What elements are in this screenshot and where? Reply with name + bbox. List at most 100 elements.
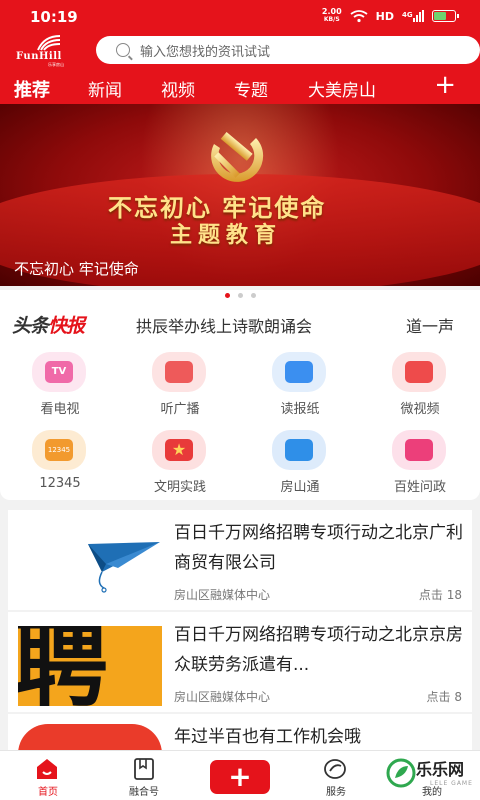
service-grid: TV 看电视 听广播 读报纸 微视频 12345 12345 ★ 文明实践 房山…: [0, 344, 480, 500]
watermark: 乐乐网 LELE GAME: [386, 754, 480, 800]
radio-icon-body: [165, 361, 193, 383]
nav-home[interactable]: 首页: [0, 751, 96, 800]
channel-tabs: 推荐 新闻 视频 专题 大美房山 +: [0, 70, 480, 104]
tab-fangshan[interactable]: 大美房山: [308, 76, 376, 101]
bookmark-icon: [134, 758, 154, 780]
news-title: 百日千万网络招聘专项行动之北京京房众联劳务派遣有...: [174, 625, 463, 675]
home-icon: [37, 759, 57, 779]
headline-text-next[interactable]: 道一声: [406, 313, 454, 337]
service-label: 文明实践: [153, 480, 206, 495]
header: 10:19 2.00 KB/S HD 4G FunHill 乐享房山 输入您想找…: [0, 0, 480, 104]
briefcase-icon: [272, 430, 326, 470]
recruit-character-icon: 聘: [18, 626, 162, 706]
headline-ticker[interactable]: 头条快报 拱辰举办线上诗歌朗诵会 道一声: [0, 300, 480, 344]
newspaper-icon-body: [285, 361, 313, 383]
hotline-badge-label: 12345: [45, 439, 73, 461]
news-title: 年过半百也有工作机会哦: [174, 727, 361, 747]
banner-caption: 不忘初心 牢记使命: [14, 260, 139, 278]
building-icon: [392, 430, 446, 470]
carousel-indicator: [0, 290, 480, 300]
network-speed: 2.00 KB/S: [321, 7, 342, 24]
service-label: 房山通: [280, 480, 320, 495]
briefcase-icon-body: [285, 439, 313, 461]
app-logo[interactable]: FunHill 乐享房山: [12, 34, 86, 67]
status-bar: 10:19 2.00 KB/S HD 4G: [0, 0, 480, 34]
service-civilization[interactable]: ★ 文明实践: [120, 426, 240, 504]
nav-label: 首页: [38, 787, 58, 798]
app-screen: 10:19 2.00 KB/S HD 4G FunHill 乐享房山 输入您想找…: [0, 0, 480, 800]
service-radio[interactable]: 听广播: [120, 348, 240, 426]
job-banner-icon: [18, 724, 162, 750]
search-placeholder: 输入您想找的资讯试试: [140, 44, 271, 60]
hammer-sickle-icon: [211, 132, 264, 182]
news-item[interactable]: 年过半百也有工作机会哦: [8, 714, 472, 750]
tv-icon: TV: [32, 352, 86, 392]
news-clicks: 点击 18: [418, 588, 462, 602]
building-icon-body: [405, 439, 433, 461]
service-12345[interactable]: 12345 12345: [0, 426, 120, 504]
service-tv[interactable]: TV 看电视: [0, 348, 120, 426]
fan-logo-icon: [37, 35, 61, 51]
status-time: 10:19: [30, 8, 78, 26]
status-icons: 2.00 KB/S HD 4G: [321, 7, 459, 24]
news-item[interactable]: 聘 百日千万网络招聘专项行动之北京京房众联劳务派遣有... 房山区融媒体中心 点…: [8, 612, 472, 712]
video-camera-icon-body: [405, 361, 433, 383]
logo-text: FunHill: [16, 51, 62, 62]
banner-carousel[interactable]: 不忘初心 牢记使命 主题教育 不忘初心 牢记使命: [0, 104, 480, 286]
recruit-character: 聘: [18, 626, 108, 706]
headline-logo-part1: 头条: [12, 315, 49, 337]
tab-news[interactable]: 新闻: [88, 76, 122, 101]
hotline-12345-icon: 12345: [32, 430, 86, 470]
nav-label: 融合号: [129, 787, 159, 798]
nav-fusion-account[interactable]: 融合号: [96, 751, 192, 800]
add-button[interactable]: +: [210, 760, 270, 794]
battery-level: [434, 12, 447, 20]
news-source: 房山区融媒体中心: [174, 690, 271, 704]
news-clicks: 点击 8: [426, 690, 462, 704]
nav-service[interactable]: 服务: [288, 751, 384, 800]
radio-icon: [152, 352, 206, 392]
service-micro-video[interactable]: 微视频: [360, 348, 480, 426]
watermark-text: 乐乐网: [416, 760, 465, 779]
tab-topic[interactable]: 专题: [234, 76, 268, 101]
star-icon: ★: [152, 430, 206, 470]
signal-icon: 4G: [402, 10, 424, 22]
service-newspaper[interactable]: 读报纸: [240, 348, 360, 426]
headline-logo-part2: 快报: [48, 315, 85, 337]
wifi-icon: [350, 9, 368, 22]
carousel-dot-1[interactable]: [224, 292, 230, 298]
battery-icon: [432, 10, 459, 22]
news-source: 房山区融媒体中心: [174, 588, 271, 602]
watermark-subtext: LELE GAME: [430, 780, 473, 787]
newspaper-icon: [272, 352, 326, 392]
search-icon: [116, 43, 130, 57]
service-label: 听广播: [160, 402, 200, 417]
tab-recommend[interactable]: 推荐: [14, 76, 50, 102]
headline-text[interactable]: 拱辰举办线上诗歌朗诵会: [136, 313, 312, 337]
logo-subtext: 乐享房山: [48, 62, 64, 67]
video-camera-icon: [392, 352, 446, 392]
carousel-dot-3[interactable]: [250, 292, 256, 298]
hd-indicator: HD: [375, 9, 394, 23]
banner-subheadline: 主题教育: [170, 222, 283, 248]
service-label: 百姓问政: [393, 480, 446, 495]
nav-label: 服务: [326, 787, 346, 798]
paper-plane-icon: [18, 524, 162, 604]
svg-text:4G: 4G: [402, 11, 413, 19]
service-label: 读报纸: [280, 402, 320, 417]
tv-icon-label: TV: [45, 361, 73, 383]
carousel-dot-2[interactable]: [237, 292, 243, 298]
service-fangshantong[interactable]: 房山通: [240, 426, 360, 504]
watermark-logo-icon: [386, 758, 416, 788]
service-label: 看电视: [40, 402, 80, 417]
news-item[interactable]: 百日千万网络招聘专项行动之北京广利商贸有限公司 房山区融媒体中心 点击 18: [8, 510, 472, 610]
headline-logo: 头条快报: [12, 311, 85, 338]
news-title: 百日千万网络招聘专项行动之北京广利商贸有限公司: [174, 523, 463, 573]
tab-video[interactable]: 视频: [161, 76, 195, 101]
service-icon: [324, 759, 346, 779]
service-label: 12345: [39, 476, 81, 491]
service-label: 微视频: [400, 402, 440, 417]
search-bar[interactable]: 输入您想找的资讯试试: [96, 36, 480, 64]
add-channel-button[interactable]: +: [434, 72, 456, 98]
service-citizen-inquiry[interactable]: 百姓问政: [360, 426, 480, 504]
